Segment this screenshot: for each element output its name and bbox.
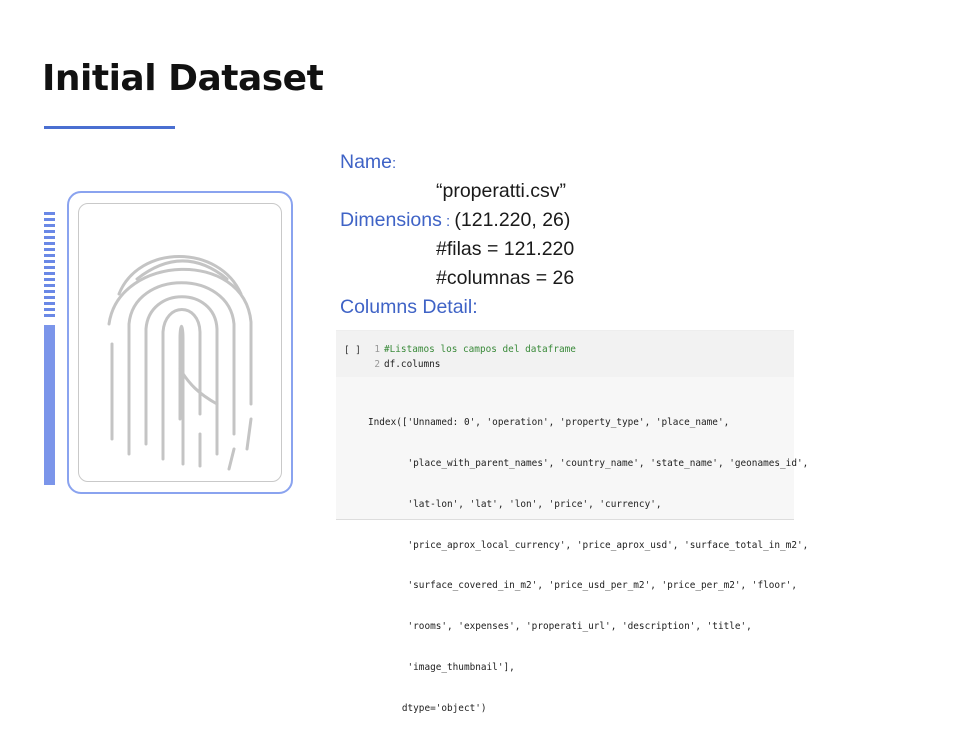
output-line: 'surface_covered_in_m2', 'price_usd_per_… xyxy=(368,580,797,592)
code-statement: df.columns xyxy=(384,359,441,370)
decorative-bar xyxy=(44,325,55,485)
output-line: Index(['Unnamed: 0', 'operation', 'prope… xyxy=(368,417,730,429)
fingerprint-card xyxy=(67,191,293,494)
output-line: 'lat-lon', 'lat', 'lon', 'price', 'curre… xyxy=(368,498,662,510)
name-colon: : xyxy=(392,155,397,172)
cell-prompt: [ ] xyxy=(344,345,361,356)
dimensions-colon: : xyxy=(441,213,455,230)
rows-count: #filas = 121.220 xyxy=(436,238,575,260)
decorative-stripes xyxy=(44,212,55,320)
columns-count: #columnas = 26 xyxy=(436,267,575,289)
dimensions-row: Dimensions : (121.220, 26) xyxy=(340,206,574,235)
dimensions-label: Dimensions xyxy=(340,209,442,231)
code-line-2: 2 df.columns xyxy=(370,359,440,370)
output-line: dtype='object') xyxy=(368,702,487,714)
dataset-info: Name: “properatti.csv” Dimensions : (121… xyxy=(340,148,574,322)
code-line-1: 1 #Listamos los campos del dataframe xyxy=(370,344,576,355)
fingerprint-icon xyxy=(107,255,253,471)
code-comment: #Listamos los campos del dataframe xyxy=(384,344,576,355)
code-cell: [ ] 1 #Listamos los campos del dataframe … xyxy=(336,331,794,377)
name-row: Name: xyxy=(340,148,574,177)
code-screenshot: [ ] 1 #Listamos los campos del dataframe … xyxy=(336,330,808,714)
output-line: 'rooms', 'expenses', 'properati_url', 'd… xyxy=(368,621,752,633)
columns-detail-label: Columns Detail: xyxy=(340,296,478,318)
output-line: 'image_thumbnail'], xyxy=(368,661,515,673)
line-number: 2 xyxy=(374,359,380,370)
name-label: Name xyxy=(340,151,393,173)
output-line: 'price_aprox_local_currency', 'price_apr… xyxy=(368,539,809,551)
file-name: “properatti.csv” xyxy=(436,180,567,202)
cell-output: Index(['Unnamed: 0', 'operation', 'prope… xyxy=(368,389,808,742)
output-line: 'place_with_parent_names', 'country_name… xyxy=(368,457,809,469)
fingerprint-card-inner xyxy=(78,203,282,482)
line-number: 1 xyxy=(374,344,380,355)
dimensions-value: (121.220, 26) xyxy=(454,209,571,231)
slide-title: Initial Dataset xyxy=(42,58,324,99)
title-underline xyxy=(44,126,175,129)
